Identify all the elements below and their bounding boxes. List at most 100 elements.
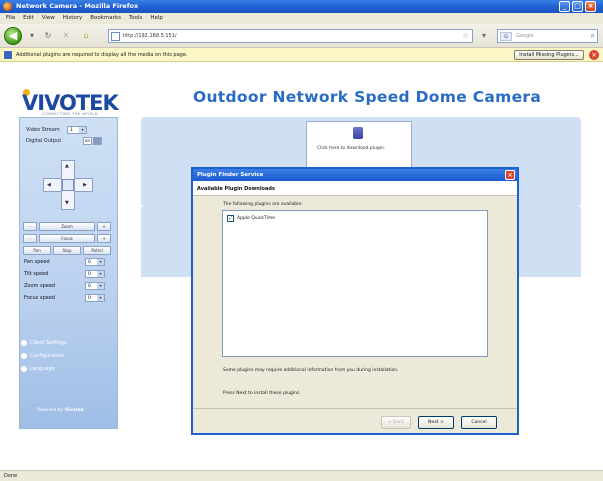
pan-up-icon[interactable]: ▲ <box>65 163 69 169</box>
search-placeholder: Google <box>516 33 534 39</box>
menu-file[interactable]: File <box>6 13 15 24</box>
menu-edit[interactable]: Edit <box>23 13 34 24</box>
minimize-button[interactable]: _ <box>559 1 570 12</box>
home-icon[interactable]: ⌂ <box>81 31 91 41</box>
address-bar[interactable]: http://192.168.5.151/ ☆ <box>108 29 473 43</box>
dialog-header: Available Plugin Downloads <box>193 181 517 196</box>
powered-by: Powered by Vivotek <box>37 408 84 413</box>
page-favicon <box>111 32 120 41</box>
configuration-link[interactable]: Configuration <box>21 353 64 359</box>
digital-output-off-toggle[interactable] <box>93 137 102 145</box>
next-button[interactable]: Next > <box>418 416 454 429</box>
zoom-speed-select[interactable]: 0 ▾ <box>85 282 105 290</box>
dialog-note: The following plugins are available: <box>223 202 303 207</box>
dialog-close-button[interactable]: × <box>505 170 515 180</box>
status-text: Done <box>4 473 18 479</box>
video-stream-label: Video Stream <box>26 127 60 133</box>
address-url: http://192.168.5.151/ <box>123 33 177 39</box>
client-settings-link[interactable]: Client Settings <box>21 340 67 346</box>
search-box[interactable]: G Google ⌕ <box>497 29 598 43</box>
plugin-infobar: Additional plugins are required to displ… <box>0 48 603 62</box>
ptz-control-pad[interactable]: ▲ ▼ ◀ ▶ <box>43 160 93 210</box>
zoom-in-button[interactable]: + <box>97 222 111 231</box>
menu-history[interactable]: History <box>63 13 83 24</box>
ptz-home-button[interactable] <box>62 179 74 191</box>
focus-speed-select[interactable]: 0 ▾ <box>85 294 105 302</box>
dialog-titlebar: Plugin Finder Service × <box>193 169 517 181</box>
stop-icon[interactable]: ✕ <box>61 31 71 41</box>
forward-dropdown-icon[interactable]: ▾ <box>27 31 37 41</box>
page-title: Outdoor Network Speed Dome Camera <box>193 88 542 106</box>
back-button[interactable]: ◀ <box>4 27 22 45</box>
install-missing-plugins-button[interactable]: Install Missing Plugins... <box>514 50 584 60</box>
powered-by-brand: Vivotek <box>64 408 84 413</box>
dialog-instruction: Press Next to install these plugins. <box>223 391 301 396</box>
digital-output-on-toggle[interactable]: on <box>83 137 92 145</box>
back-button-dialog[interactable]: < Back <box>381 416 411 429</box>
plugin-checkbox[interactable]: ✓ <box>227 215 234 222</box>
client-settings-label: Client Settings <box>30 340 67 346</box>
window-title: Network Camera - Mozilla Firefox <box>16 2 139 10</box>
cancel-button[interactable]: Cancel <box>461 416 497 429</box>
pan-left-icon[interactable]: ◀ <box>47 182 51 188</box>
tilt-speed-label: Tilt speed <box>24 271 49 277</box>
zoom-out-button[interactable]: - <box>23 222 37 231</box>
pan-button[interactable]: Pan <box>23 246 51 255</box>
plugin-list: ✓ Apple QuickTime <box>222 210 488 357</box>
window-titlebar: Network Camera - Mozilla Firefox _ □ × <box>0 0 603 13</box>
reload-icon[interactable]: ↻ <box>43 31 53 41</box>
focus-row: - Focus + <box>23 234 111 243</box>
menu-view[interactable]: View <box>42 13 55 24</box>
dialog-title: Plugin Finder Service <box>197 172 264 178</box>
go-dropdown-icon[interactable]: ▾ <box>479 31 489 41</box>
chevron-down-icon: ▾ <box>79 127 86 133</box>
video-stream-select[interactable]: 1 ▾ <box>67 126 87 134</box>
menu-tools[interactable]: Tools <box>129 13 143 24</box>
pan-right-icon[interactable]: ▶ <box>83 182 87 188</box>
focus-speed-value: 0 <box>88 296 91 301</box>
search-engine-icon[interactable]: G <box>500 32 512 41</box>
zoom-label-button[interactable]: Zoom <box>39 222 95 231</box>
language-link[interactable]: Language <box>21 366 55 372</box>
chevron-down-icon: ▾ <box>97 283 104 289</box>
pan-speed-select[interactable]: 0 ▾ <box>85 258 105 266</box>
focus-label-button[interactable]: Focus <box>39 234 95 243</box>
maximize-button[interactable]: □ <box>572 1 583 12</box>
vivotek-logo: VIVOTEK CONNECTING THE WORLD <box>22 89 119 116</box>
focus-far-button[interactable]: + <box>97 234 111 243</box>
menubar: File Edit View History Bookmarks Tools H… <box>0 13 603 24</box>
firefox-icon <box>3 2 12 11</box>
patrol-button[interactable]: Patrol <box>83 246 111 255</box>
plugin-placeholder-text: Click here to download plugin. <box>317 146 386 151</box>
menu-bookmarks[interactable]: Bookmarks <box>90 13 121 24</box>
digital-output-label: Digital Output <box>26 138 62 144</box>
search-icon[interactable]: ⌕ <box>591 31 595 41</box>
zoom-speed-value: 0 <box>88 284 91 289</box>
client-settings-icon <box>21 340 27 346</box>
dialog-footnote: Some plugins may require additional info… <box>223 368 399 373</box>
plugin-icon <box>4 51 12 59</box>
infobar-message: Additional plugins are required to displ… <box>16 52 188 58</box>
close-window-button[interactable]: × <box>585 1 596 12</box>
patrol-row: Pan Stop Patrol <box>23 246 111 255</box>
zoom-row: - Zoom + <box>23 222 111 231</box>
powered-by-prefix: Powered by <box>37 408 64 413</box>
focus-near-button[interactable]: - <box>23 234 37 243</box>
stop-button[interactable]: Stop <box>53 246 81 255</box>
menu-help[interactable]: Help <box>150 13 163 24</box>
tilt-speed-select[interactable]: 0 ▾ <box>85 270 105 278</box>
dialog-separator <box>193 408 517 409</box>
dialog-header-title: Available Plugin Downloads <box>197 186 275 192</box>
plugin-finder-dialog: Plugin Finder Service × Available Plugin… <box>191 167 519 435</box>
pan-speed-value: 0 <box>88 260 91 265</box>
bookmark-star-icon[interactable]: ☆ <box>462 31 469 40</box>
navigation-toolbar: ◀ ▾ ↻ ✕ ⌂ http://192.168.5.151/ ☆ ▾ G Go… <box>0 24 603 48</box>
plugin-missing-icon <box>353 127 363 139</box>
close-infobar-icon[interactable]: × <box>589 50 599 60</box>
status-bar: Done <box>0 470 603 481</box>
language-icon <box>21 366 27 372</box>
focus-speed-label: Focus speed <box>24 295 55 301</box>
pan-down-icon[interactable]: ▼ <box>65 200 69 206</box>
pan-speed-label: Pan speed <box>24 259 50 265</box>
configuration-label: Configuration <box>30 353 64 359</box>
